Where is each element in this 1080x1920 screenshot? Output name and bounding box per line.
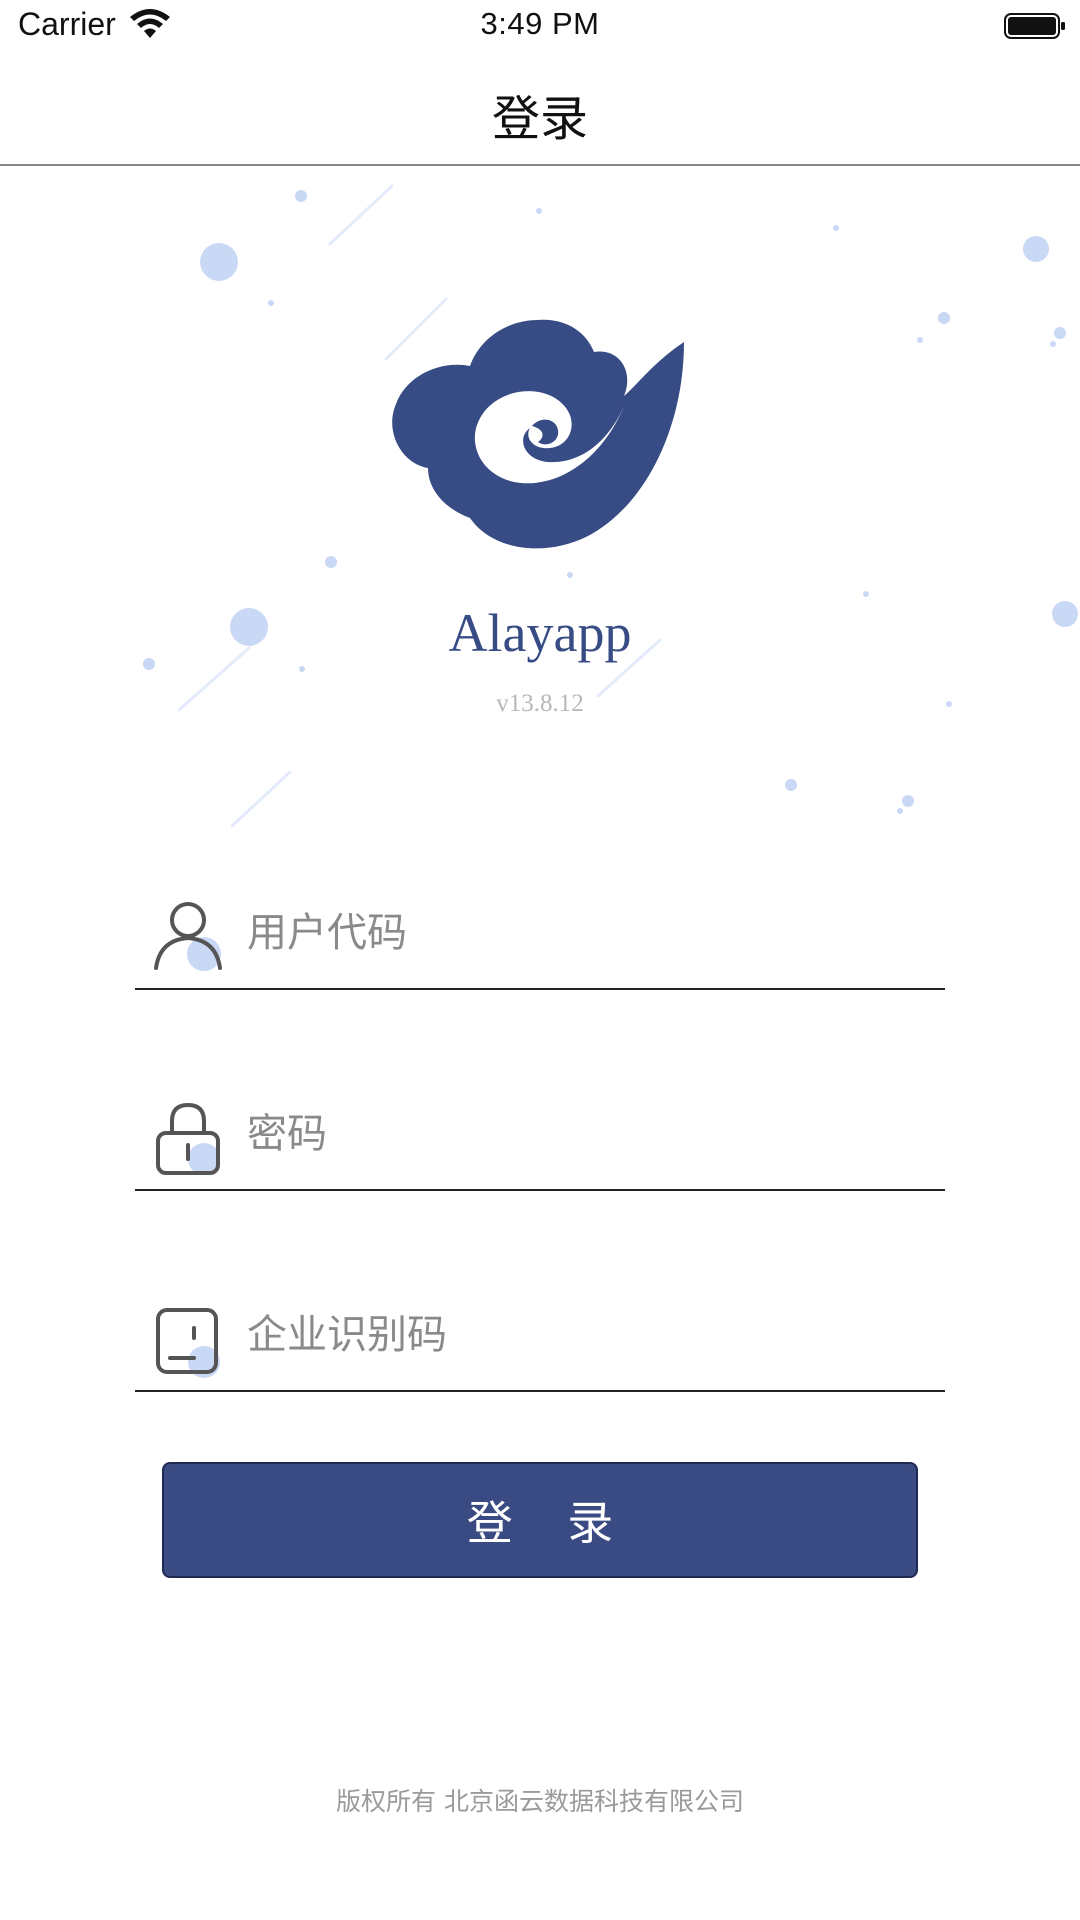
login-screen: Carrier 3:49 PM 登录 Alayapp v13.8.12 用户代码…	[0, 0, 1080, 1920]
app-logo	[392, 319, 684, 549]
password-field[interactable]	[135, 1081, 945, 1191]
password-input[interactable]	[247, 1099, 927, 1169]
user-code-field[interactable]	[135, 880, 945, 990]
company-code-field[interactable]	[135, 1282, 945, 1392]
app-version: v13.8.12	[496, 690, 584, 717]
status-time: 3:49 PM	[480, 6, 600, 41]
id-card-icon	[156, 1308, 220, 1378]
login-button[interactable]: 登 录	[162, 1462, 918, 1578]
company-code-input[interactable]	[247, 1300, 927, 1370]
lock-icon	[156, 1102, 220, 1175]
app-name: Alayapp	[448, 603, 632, 663]
page-title: 登录	[491, 91, 588, 147]
user-icon	[154, 902, 222, 971]
user-code-input[interactable]	[247, 898, 927, 968]
status-bar: Carrier 3:49 PM	[0, 0, 1080, 54]
nav-bar: 登录	[0, 54, 1080, 166]
copyright-text: 版权所有 北京函云数据科技有限公司	[336, 1787, 744, 1816]
battery-icon	[1004, 13, 1065, 39]
